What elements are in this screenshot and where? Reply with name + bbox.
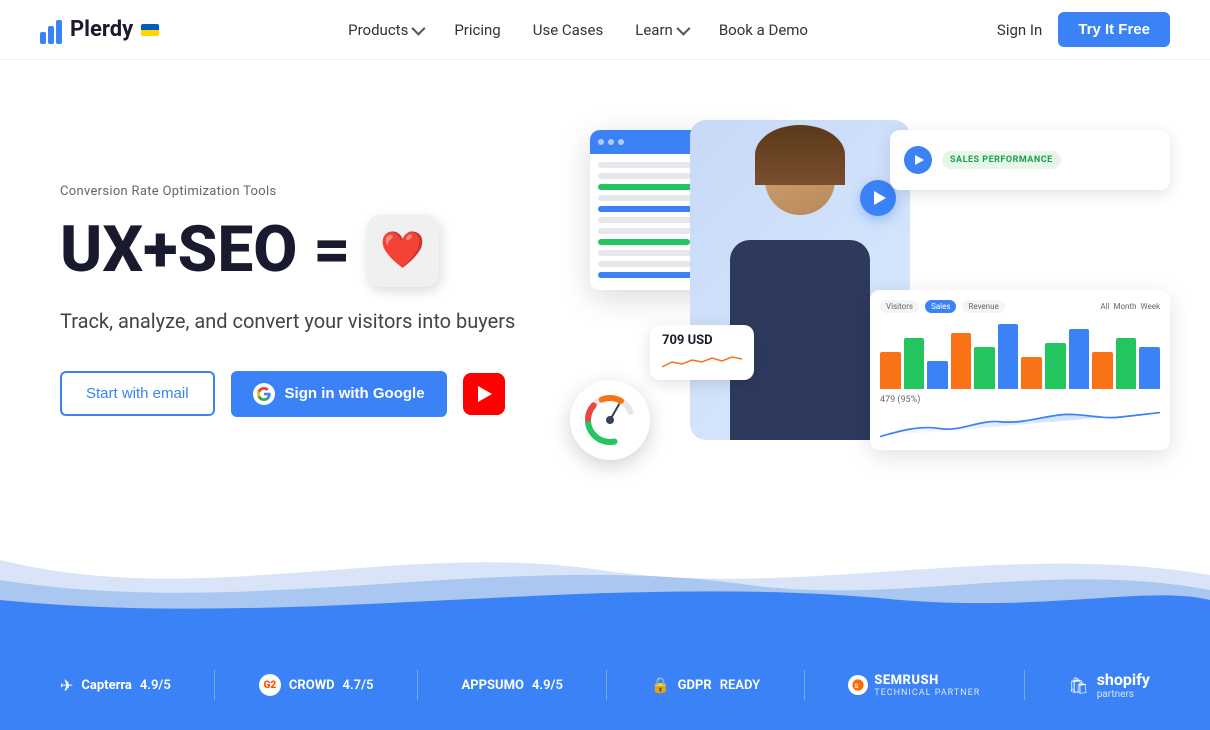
sales-badge: SALES PERFORMANCE: [942, 151, 1061, 169]
tab-sales: Sales: [925, 300, 956, 313]
bar-5: [998, 324, 1019, 389]
chevron-down-icon: [412, 21, 426, 35]
seo-line-green: [598, 239, 690, 245]
hero-title: UX+SEO = ❤️: [60, 215, 515, 287]
bar-4: [974, 347, 995, 389]
logo-bar-2: [48, 26, 54, 44]
heart-emoji: ❤️: [367, 215, 439, 287]
header: Plerdy Products Pricing Use Cases Learn …: [0, 0, 1210, 60]
g2crowd-score: 4.7/5: [343, 678, 374, 693]
youtube-button[interactable]: [463, 373, 505, 415]
hero-left: Conversion Rate Optimization Tools UX+SE…: [60, 184, 515, 417]
tab-visitors: Visitors: [880, 300, 919, 313]
gdpr-logo: GDPR: [678, 678, 712, 693]
main-nav: Products Pricing Use Cases Learn Book a …: [348, 21, 808, 39]
play-circle-icon: [904, 146, 932, 174]
logo-text: Plerdy: [70, 17, 133, 42]
gdpr-ready: READY: [720, 678, 760, 693]
analytics-filters: AllMonthWeek: [1100, 300, 1160, 313]
usd-card: 709 USD: [650, 325, 754, 380]
gauge-card: [570, 380, 650, 460]
flag-yellow: [141, 30, 159, 36]
play-triangle-icon: [874, 191, 886, 205]
wave-svg: [0, 520, 1210, 640]
nav-use-cases[interactable]: Use Cases: [533, 21, 604, 39]
gdpr-badge: 🔒 GDPR READY: [651, 676, 760, 694]
nav-pricing[interactable]: Pricing: [454, 21, 500, 39]
bar-11: [1139, 347, 1160, 389]
analytics-tabs: Visitors Sales Revenue AllMonthWeek: [880, 300, 1160, 313]
semrush-badge: S SEMRUSH TECHNICAL PARTNER: [848, 673, 980, 698]
hero-illustration: SALES PERFORMANCE 709 USD Visitors Sales…: [570, 120, 1170, 480]
nav-products[interactable]: Products: [348, 21, 422, 39]
wave-section: [0, 520, 1210, 640]
appsumo-score: 4.9/5: [532, 678, 563, 693]
capterra-icon: ✈: [60, 676, 73, 695]
hero-section: Conversion Rate Optimization Tools UX+SE…: [0, 60, 1210, 520]
usd-mini-chart: [662, 352, 742, 372]
gauge-svg: [580, 390, 640, 450]
chevron-down-icon: [676, 21, 690, 35]
semrush-content: S SEMRUSH TECHNICAL PARTNER: [848, 673, 980, 698]
semrush-text: SEMRUSH TECHNICAL PARTNER: [874, 673, 980, 698]
try-free-button[interactable]: Try It Free: [1058, 12, 1170, 47]
person-body-container: [710, 180, 890, 440]
capterra-score: 4.9/5: [140, 678, 171, 693]
bar-3: [951, 333, 972, 389]
g2crowd-logo: CROWD: [289, 678, 335, 693]
usd-value: 709 USD: [662, 333, 713, 348]
g2crowd-badge: G2 CROWD 4.7/5: [259, 674, 374, 696]
hero-actions: Start with email Sign in with Google: [60, 371, 515, 417]
sales-performance-card: SALES PERFORMANCE: [890, 130, 1170, 190]
logo[interactable]: Plerdy: [40, 16, 159, 44]
bar-0: [880, 352, 901, 389]
nav-learn[interactable]: Learn: [635, 21, 687, 39]
line-chart: [880, 408, 1160, 448]
bar-chart: [880, 319, 1160, 389]
ukraine-flag: [141, 24, 159, 36]
bar-7: [1045, 343, 1066, 389]
bottom-badges-section: ✈ Capterra 4.9/5 G2 CROWD 4.7/5 APPSUMO …: [0, 640, 1210, 730]
bar-1: [904, 338, 925, 389]
bar-8: [1069, 329, 1090, 389]
bar-9: [1092, 352, 1113, 389]
mini-line-chart-svg: [662, 352, 742, 372]
tab-revenue: Revenue: [962, 300, 1004, 313]
shopify-icon: 🛍: [1068, 676, 1088, 695]
logo-bar-1: [40, 32, 46, 44]
analytics-card: Visitors Sales Revenue AllMonthWeek 479 …: [870, 290, 1170, 450]
google-icon: [253, 383, 275, 405]
logo-icon: [40, 16, 62, 44]
g2crowd-icon: G2: [259, 674, 281, 696]
capterra-logo: Capterra: [81, 678, 131, 693]
nav-book-demo[interactable]: Book a Demo: [719, 21, 808, 39]
bar-10: [1116, 338, 1137, 389]
appsumo-badge: APPSUMO 4.9/5: [462, 678, 563, 693]
appsumo-logo: APPSUMO: [462, 678, 524, 693]
svg-text:S: S: [855, 682, 859, 690]
sign-in-google-button[interactable]: Sign in with Google: [231, 371, 447, 417]
start-email-button[interactable]: Start with email: [60, 371, 215, 416]
hero-description: Track, analyze, and convert your visitor…: [60, 307, 515, 335]
person-hair: [755, 125, 845, 185]
logo-bar-3: [56, 20, 62, 44]
bar-2: [927, 361, 948, 389]
bar-6: [1021, 357, 1042, 390]
semrush-icon: S: [848, 675, 868, 695]
line-chart-svg: [880, 408, 1160, 448]
dot: [618, 139, 624, 145]
capterra-badge: ✈ Capterra 4.9/5: [60, 676, 171, 695]
lock-icon: 🔒: [651, 676, 670, 694]
dot: [608, 139, 614, 145]
dot: [598, 139, 604, 145]
header-actions: Sign In Try It Free: [997, 12, 1170, 47]
semrush-svg: S: [851, 678, 865, 692]
hero-subtitle: Conversion Rate Optimization Tools: [60, 184, 515, 199]
bottom-value: 479 (95%): [880, 395, 1160, 405]
sign-in-link[interactable]: Sign In: [997, 21, 1042, 39]
